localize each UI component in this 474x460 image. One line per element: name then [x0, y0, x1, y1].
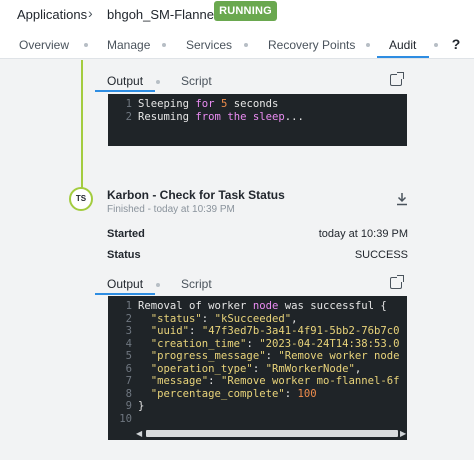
scrollbar-thumb[interactable]: [146, 430, 398, 437]
tab-separator: [434, 43, 438, 47]
tab-services[interactable]: Services: [186, 38, 232, 52]
active-tab-indicator: [95, 293, 155, 295]
console-line: }: [138, 400, 145, 412]
tab-overview[interactable]: Overview: [19, 38, 69, 52]
task-avatar: TS: [69, 187, 93, 211]
breadcrumb-app-name[interactable]: bhgoh_SM-Flannel: [107, 7, 217, 22]
download-icon[interactable]: [396, 192, 408, 206]
console-line: Removal of worker node was successful {: [138, 300, 387, 312]
top-bar: Applications › bhgoh_SM-Flannel RUNNING: [0, 0, 474, 31]
line-number: 9: [125, 400, 132, 412]
output-console: 1 2 Sleeping for 5 seconds Resuming from…: [108, 94, 407, 146]
tab-separator: [244, 43, 248, 47]
output-tab[interactable]: Output: [107, 74, 143, 88]
console-line: Sleeping for 5 seconds: [138, 98, 279, 110]
tab-audit[interactable]: Audit: [389, 38, 416, 52]
tab-separator: [366, 43, 370, 47]
task-subtitle: Finished - today at 10:39 PM: [107, 204, 235, 215]
line-number: 8: [125, 387, 132, 400]
line-number: 3: [125, 325, 132, 337]
tab-separator: [162, 43, 166, 47]
started-value: today at 10:39 PM: [318, 228, 408, 240]
timeline-connector: [81, 60, 83, 193]
line-number: 2: [125, 110, 132, 123]
active-tab-indicator: [377, 56, 429, 58]
tab-separator: [156, 283, 160, 287]
line-number: 1: [125, 300, 132, 312]
horizontal-scrollbar[interactable]: ◀ ▶: [108, 427, 407, 440]
console-line: Resuming from the sleep...: [138, 110, 304, 123]
line-number: 2: [125, 312, 132, 325]
line-number: 1: [125, 98, 132, 110]
status-badge: RUNNING: [214, 1, 277, 21]
script-tab[interactable]: Script: [181, 277, 212, 291]
tab-separator: [156, 80, 160, 84]
scroll-left-icon[interactable]: ◀: [136, 429, 142, 438]
active-tab-indicator: [95, 90, 155, 92]
external-link-icon[interactable]: [390, 72, 404, 86]
console-line: "operation_type": "RmWorkerNode",: [150, 362, 362, 375]
console-line: "message": "Remove worker mo-flannel-6f: [150, 375, 400, 387]
console-line: "progress_message": "Remove worker node: [150, 350, 400, 362]
console-line: "status": "kSucceeded",: [150, 312, 298, 325]
line-number: 7: [125, 375, 132, 387]
tab-recovery-points[interactable]: Recovery Points: [268, 38, 355, 52]
status-value: SUCCESS: [354, 249, 408, 261]
chevron-right-icon: ›: [88, 5, 93, 21]
task-title: Karbon - Check for Task Status: [107, 188, 285, 202]
console-line: "uuid": "47f3ed7b-3a41-4f91-5bb2-76b7c0: [150, 325, 400, 337]
console-line: "percentage_complete": 100: [150, 387, 317, 400]
external-link-icon[interactable]: [390, 275, 404, 289]
tab-bar: Overview Manage Services Recovery Points…: [0, 30, 474, 59]
line-number: 6: [125, 362, 132, 375]
line-number: 5: [125, 350, 132, 362]
scroll-right-icon[interactable]: ▶: [400, 429, 406, 438]
tab-manage[interactable]: Manage: [107, 38, 150, 52]
status-label: Status: [107, 249, 141, 261]
breadcrumb-applications[interactable]: Applications: [17, 7, 87, 22]
help-icon[interactable]: ?: [448, 36, 464, 52]
script-tab[interactable]: Script: [181, 74, 212, 88]
started-label: Started: [107, 228, 145, 240]
line-number: 4: [125, 337, 132, 350]
output-tab[interactable]: Output: [107, 277, 143, 291]
output-console: 1 2 3 4 5 6 7 8 9 10 Removal of worker n…: [108, 296, 407, 427]
tab-separator: [84, 43, 88, 47]
line-number: 10: [119, 412, 132, 425]
console-line: "creation_time": "2023-04-24T14:38:53.0: [150, 337, 400, 350]
